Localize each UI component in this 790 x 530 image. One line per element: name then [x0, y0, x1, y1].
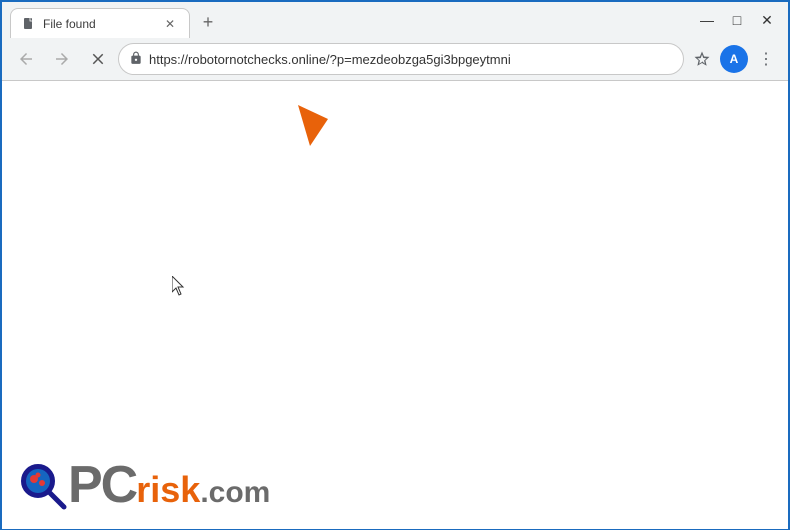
lock-icon	[129, 51, 143, 68]
refresh-button[interactable]	[82, 43, 114, 75]
nav-bar: https://robotornotchecks.online/?p=mezde…	[2, 38, 788, 80]
tab-close-button[interactable]: ✕	[161, 15, 179, 33]
tab-strip: File found ✕ +	[10, 2, 694, 38]
magnifier-icon	[16, 459, 68, 511]
mouse-cursor	[172, 276, 186, 294]
pcrisk-watermark: PCrisk.com	[16, 459, 270, 511]
pc-text: PC	[68, 459, 136, 511]
back-button[interactable]	[10, 43, 42, 75]
address-bar[interactable]: https://robotornotchecks.online/?p=mezde…	[118, 43, 684, 75]
browser-chrome: File found ✕ + — □ ✕	[2, 2, 788, 81]
close-button[interactable]: ✕	[754, 7, 780, 33]
title-bar: File found ✕ + — □ ✕	[2, 2, 788, 38]
active-tab[interactable]: File found ✕	[10, 8, 190, 38]
window-controls: — □ ✕	[694, 7, 780, 33]
tab-favicon-icon	[21, 16, 37, 32]
forward-button[interactable]	[46, 43, 78, 75]
new-tab-button[interactable]: +	[194, 8, 222, 36]
content-area: PCrisk.com	[2, 81, 788, 529]
bookmark-button[interactable]	[688, 45, 716, 73]
menu-button[interactable]: ⋮	[752, 45, 780, 73]
profile-button[interactable]: A	[720, 45, 748, 73]
pcrisk-text: PCrisk.com	[68, 459, 270, 511]
toolbar-right: A ⋮	[688, 45, 780, 73]
risk-text: risk	[136, 472, 200, 508]
url-text: https://robotornotchecks.online/?p=mezde…	[149, 52, 673, 67]
maximize-button[interactable]: □	[724, 7, 750, 33]
minimize-button[interactable]: —	[694, 7, 720, 33]
tab-title: File found	[43, 17, 155, 31]
dotcom-text: .com	[200, 476, 270, 510]
